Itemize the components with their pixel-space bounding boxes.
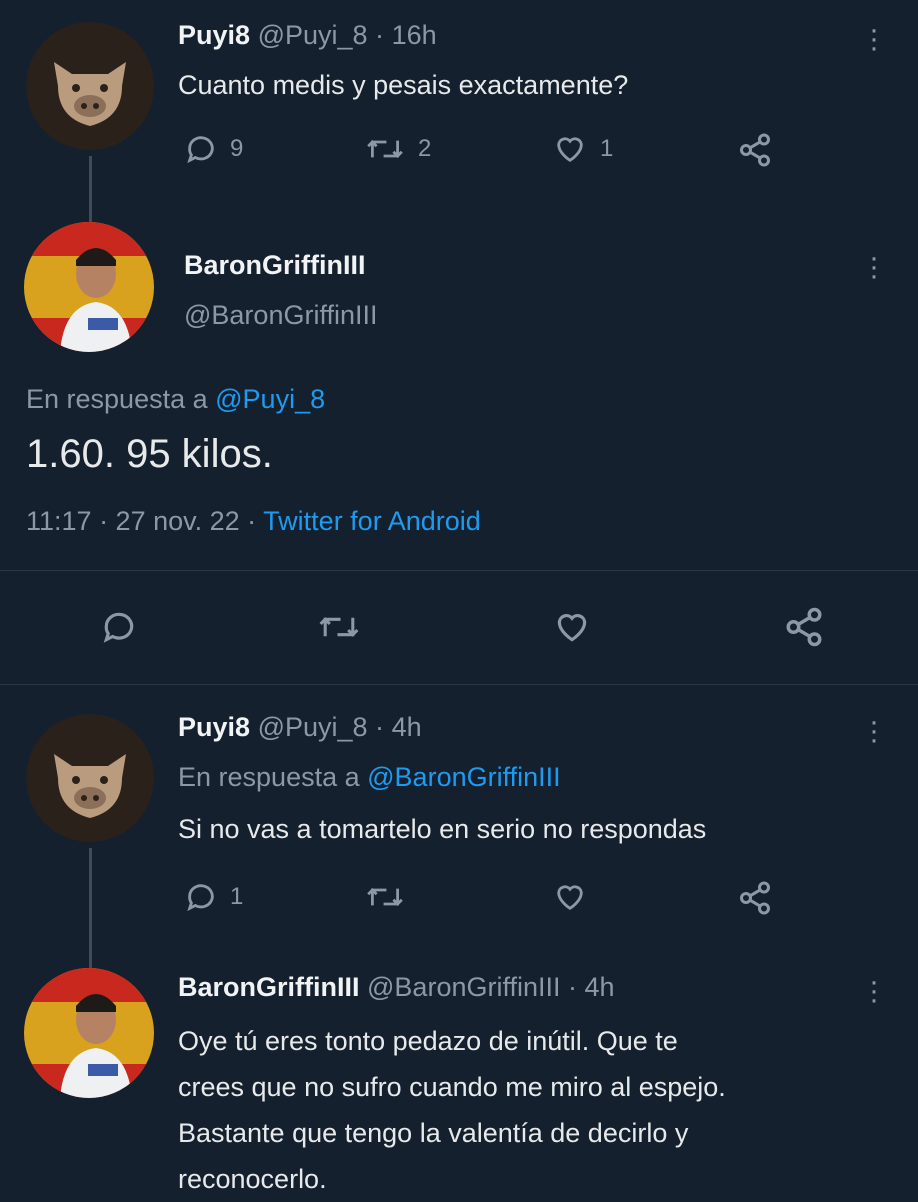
like-count: 1 — [600, 135, 614, 162]
heart-icon — [557, 137, 583, 163]
divider — [0, 684, 918, 685]
reply-button[interactable]: 1 — [184, 880, 243, 914]
share-button[interactable] — [782, 606, 826, 648]
tweet-header: BaronGriffinIII @BaronGriffinIII · 4h — [178, 972, 615, 1003]
reply-count: 9 — [230, 135, 244, 162]
avatar-barongriffin[interactable] — [24, 968, 154, 1098]
author-name[interactable]: Puyi8 — [178, 712, 250, 742]
separator: · — [375, 712, 385, 742]
retweet-icon — [367, 140, 403, 158]
share-icon — [786, 607, 822, 647]
tweet-source[interactable]: Twitter for Android — [263, 506, 481, 536]
avatar-puyi8[interactable] — [26, 22, 154, 150]
author-name[interactable]: Puyi8 — [178, 20, 250, 50]
thread-line — [89, 156, 92, 222]
share-button[interactable] — [736, 132, 774, 168]
retweet-button[interactable] — [316, 608, 362, 646]
reply-button[interactable] — [100, 608, 138, 646]
reply-prefix: En respuesta a — [26, 384, 208, 414]
retweet-button[interactable] — [364, 880, 406, 914]
reply-button[interactable]: 9 — [184, 132, 243, 166]
reply-context: En respuesta a @BaronGriffinIII — [178, 762, 561, 793]
retweet-icon — [367, 888, 403, 906]
reply-icon — [103, 612, 134, 643]
author-handle[interactable]: @BaronGriffinIII — [367, 972, 560, 1002]
tweet-timestamp[interactable]: 11:17 · 27 nov. 22 · — [26, 506, 256, 536]
reply-icon — [187, 136, 214, 164]
divider — [0, 570, 918, 571]
reply-to-link[interactable]: @Puyi_8 — [215, 384, 325, 414]
tweet-text: Si no vas a tomartelo en serio no respon… — [178, 814, 707, 844]
tweet-text-line: Bastante que tengo la valentía de decirl… — [178, 1118, 689, 1148]
tweet-text-line: reconocerlo. — [178, 1164, 327, 1194]
author-name[interactable]: BaronGriffinIII — [178, 972, 360, 1002]
retweet-icon — [319, 617, 359, 637]
reply-count: 1 — [230, 883, 244, 910]
retweet-count: 2 — [418, 135, 432, 162]
avatar-puyi8[interactable] — [26, 714, 154, 842]
tweet-text: 1.60. 95 kilos. — [26, 432, 273, 476]
separator: · — [568, 972, 578, 1002]
more-vertical-icon[interactable]: · · · — [864, 967, 884, 1015]
tweet-header: Puyi8 @Puyi_8 · 4h — [178, 712, 422, 743]
like-button[interactable]: 1 — [552, 132, 613, 166]
more-vertical-icon[interactable]: · · · — [864, 15, 884, 63]
tweet-text-line: Oye tú eres tonto pedazo de inútil. Que … — [178, 1026, 678, 1056]
tweet-text: Oye tú eres tonto pedazo de inútil. Que … — [178, 1018, 726, 1202]
author-handle[interactable]: @BaronGriffinIII — [184, 300, 377, 331]
reply-context: En respuesta a @Puyi_8 — [26, 384, 325, 415]
more-vertical-icon[interactable]: · · · — [864, 243, 884, 291]
heart-icon — [557, 885, 583, 911]
separator: · — [375, 20, 385, 50]
like-button[interactable] — [552, 608, 592, 646]
tweet-time[interactable]: 16h — [392, 20, 437, 50]
share-button[interactable] — [736, 880, 774, 916]
thread-line — [89, 848, 92, 968]
avatar-barongriffin[interactable] — [24, 222, 154, 352]
author-handle[interactable]: @Puyi_8 — [258, 712, 368, 742]
tweet-time[interactable]: 4h — [392, 712, 422, 742]
reply-icon — [187, 884, 214, 912]
author-name[interactable]: BaronGriffinIII — [184, 250, 366, 281]
retweet-button[interactable]: 2 — [364, 132, 431, 166]
tweet-time[interactable]: 4h — [585, 972, 615, 1002]
tweet-meta: 11:17 · 27 nov. 22 · Twitter for Android — [26, 506, 481, 537]
more-vertical-icon[interactable]: · · · — [864, 707, 884, 755]
share-icon — [740, 881, 770, 915]
tweet-text: Cuanto medis y pesais exactamente? — [178, 70, 629, 100]
reply-to-link[interactable]: @BaronGriffinIII — [367, 762, 560, 792]
heart-icon — [557, 614, 587, 642]
share-icon — [740, 133, 770, 167]
tweet-header: Puyi8 @Puyi_8 · 16h — [178, 20, 437, 51]
reply-prefix: En respuesta a — [178, 762, 360, 792]
author-handle[interactable]: @Puyi_8 — [258, 20, 368, 50]
tweet-text-line: crees que no sufro cuando me miro al esp… — [178, 1072, 726, 1102]
like-button[interactable] — [552, 880, 588, 914]
